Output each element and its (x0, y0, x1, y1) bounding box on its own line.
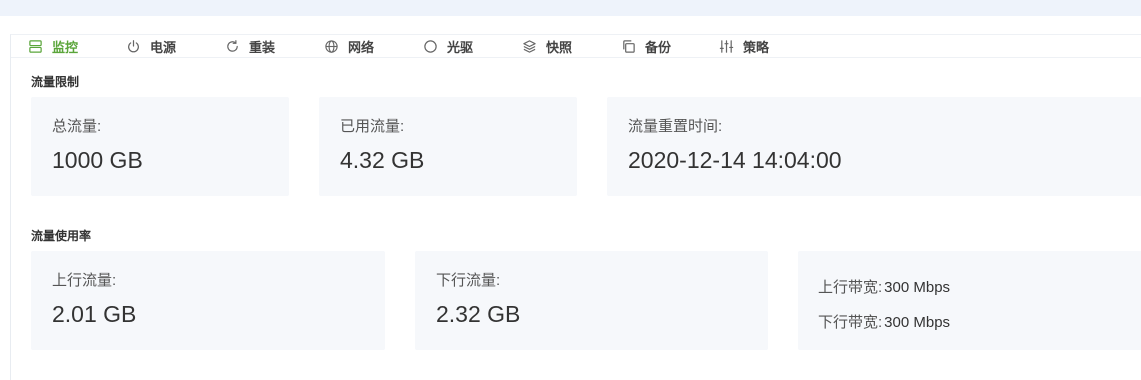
traffic-reset-value: 2020-12-14 14:04:00 (628, 147, 842, 173)
upload-traffic-value: 2.01 GB (52, 301, 137, 327)
disc-icon (422, 38, 438, 54)
tab-label: 监控 (52, 39, 79, 55)
tab-reinstall[interactable]: 重装 (224, 35, 275, 57)
tab-label: 策略 (743, 39, 770, 55)
upload-bandwidth-value: 300 Mbps (884, 279, 951, 296)
tab-policy[interactable]: 策略 (718, 35, 769, 57)
globe-icon (323, 38, 339, 54)
traffic-reset-label: 流量重置时间: (628, 118, 723, 135)
download-traffic-card: 下行流量: 2.32 GB (415, 251, 768, 350)
tab-label: 备份 (645, 39, 672, 55)
total-traffic-value: 1000 GB (52, 147, 143, 173)
total-traffic-card: 总流量: 1000 GB (31, 97, 289, 196)
download-bandwidth-row: 下行带宽: 300 Mbps (818, 311, 950, 332)
tab-cdrom[interactable]: 光驱 (422, 35, 473, 57)
download-traffic-label: 下行流量: (436, 272, 501, 289)
download-bandwidth-value: 300 Mbps (884, 314, 951, 331)
traffic-limit-title: 流量限制 (31, 75, 80, 89)
used-traffic-card: 已用流量: 4.32 GB (319, 97, 577, 196)
tab-label: 快照 (546, 39, 573, 55)
traffic-usage-title: 流量使用率 (31, 229, 92, 243)
tab-label: 网络 (348, 39, 375, 55)
tab-backup[interactable]: 备份 (620, 35, 671, 57)
tab-monitor[interactable]: 监控 (27, 35, 78, 57)
copy-icon (620, 38, 636, 54)
sliders-icon (718, 38, 734, 54)
tab-snapshot[interactable]: 快照 (521, 35, 572, 57)
used-traffic-value: 4.32 GB (340, 147, 425, 173)
used-traffic-label: 已用流量: (340, 118, 405, 135)
layers-icon (521, 38, 537, 54)
tab-label: 光驱 (447, 39, 474, 55)
upload-bandwidth-label: 上行带宽: (818, 279, 883, 296)
traffic-reset-card: 流量重置时间: 2020-12-14 14:04:00 (607, 97, 1141, 196)
download-traffic-value: 2.32 GB (436, 301, 521, 327)
top-header-strip (0, 0, 1141, 16)
power-icon (125, 38, 141, 54)
tab-bar: 监控 电源 重装 网络 光驱 快照 备份 策略 (11, 35, 1141, 58)
tab-label: 重装 (249, 39, 276, 55)
tab-power[interactable]: 电源 (125, 35, 176, 57)
total-traffic-label: 总流量: (52, 118, 102, 135)
reinstall-icon (224, 38, 240, 54)
bandwidth-card: 上行带宽: 300 Mbps 下行带宽: 300 Mbps (798, 251, 1141, 350)
upload-bandwidth-row: 上行带宽: 300 Mbps (818, 276, 950, 297)
upload-traffic-card: 上行流量: 2.01 GB (31, 251, 385, 350)
instance-detail-panel: 监控 电源 重装 网络 光驱 快照 备份 策略 流量限制 总流量: 1000 G… (10, 34, 1141, 380)
download-bandwidth-label: 下行带宽: (818, 314, 883, 331)
upload-traffic-label: 上行流量: (52, 272, 117, 289)
monitor-icon (27, 38, 43, 54)
tab-label: 电源 (150, 39, 177, 55)
tab-network[interactable]: 网络 (323, 35, 374, 57)
